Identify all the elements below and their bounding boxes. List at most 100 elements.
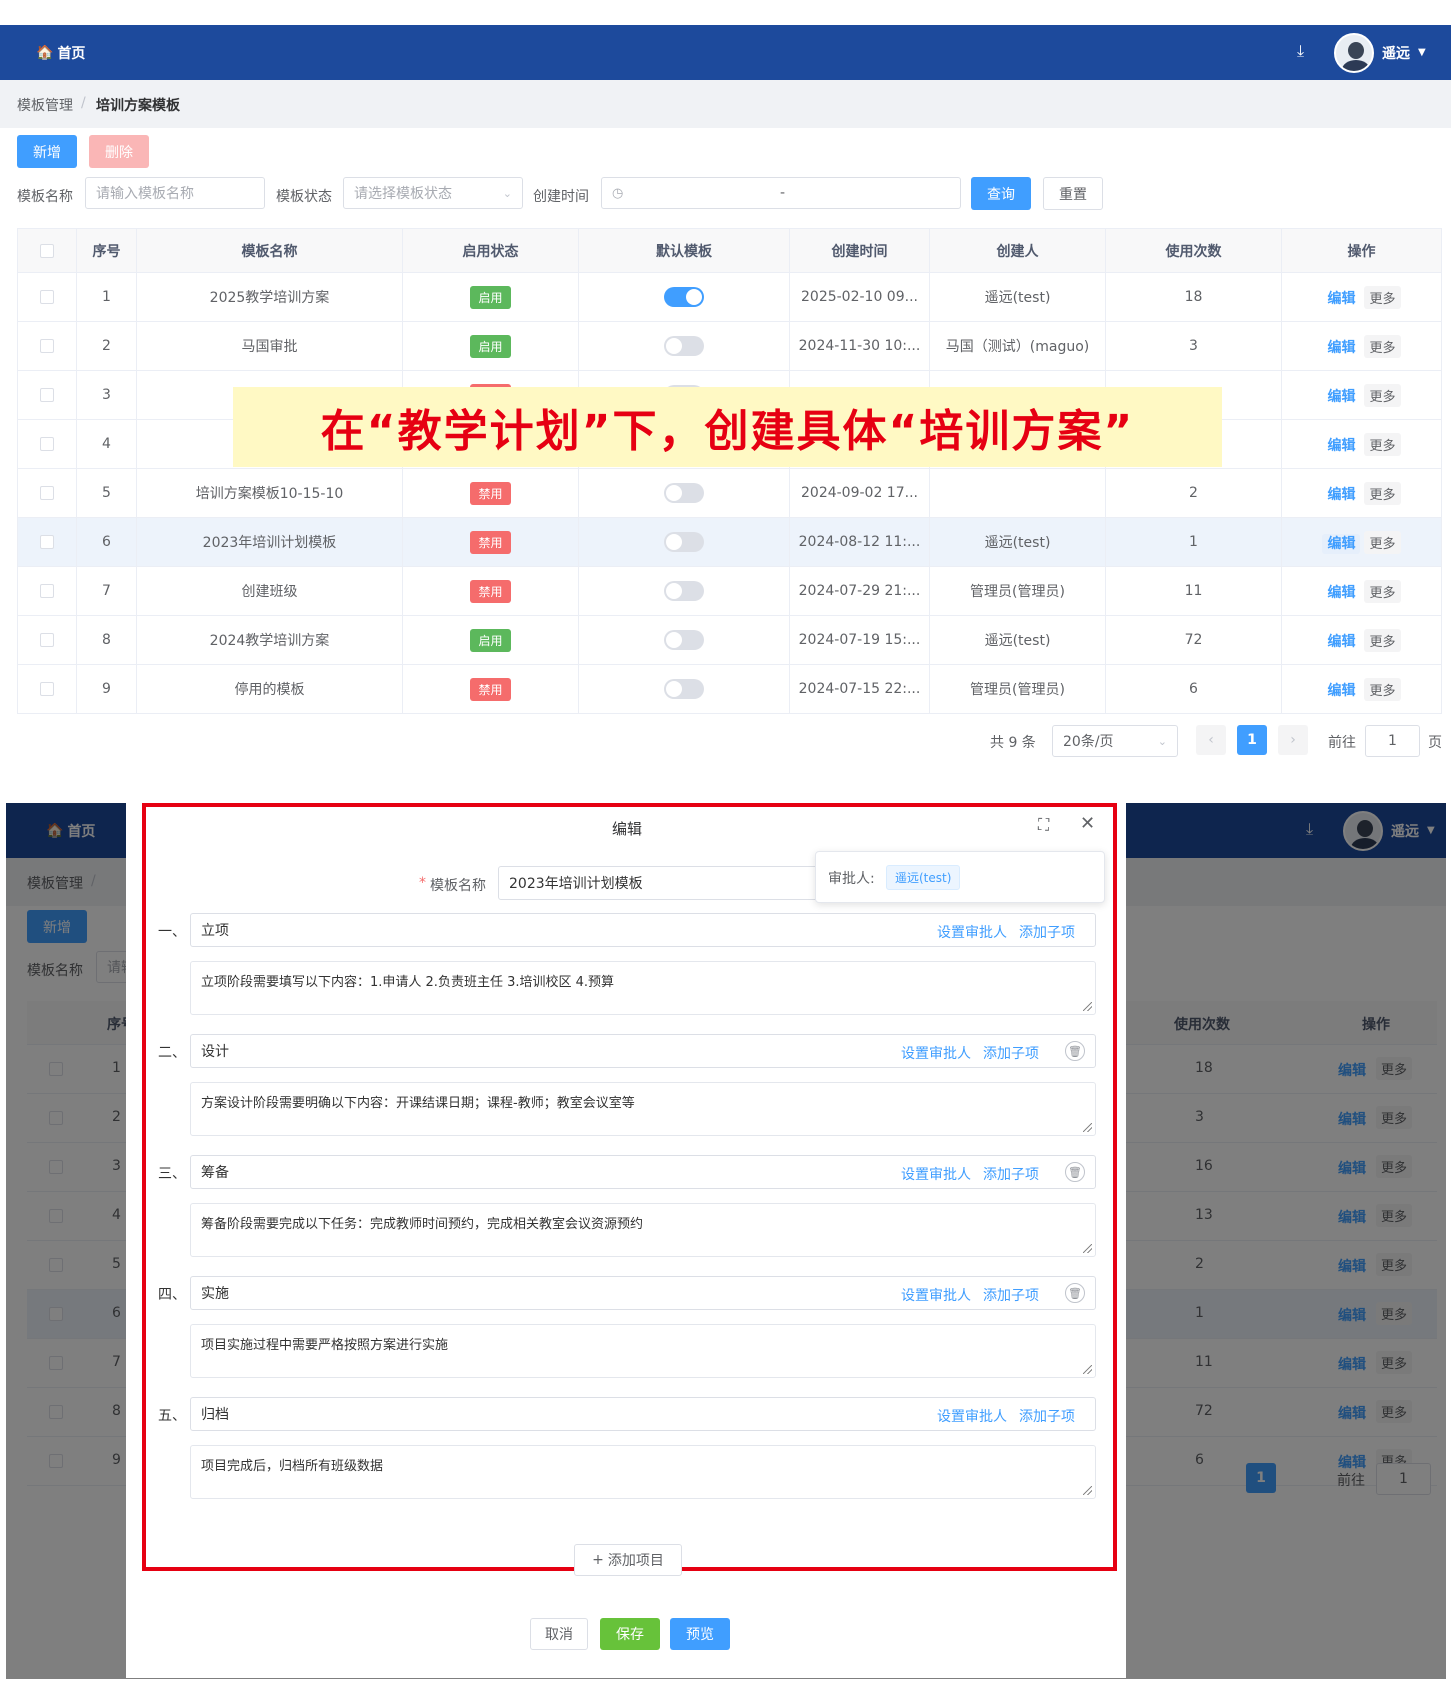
add-child-link[interactable]: 添加子项	[1019, 1406, 1075, 1426]
row-checkbox[interactable]	[40, 388, 54, 402]
section-description[interactable]: 项目完成后，归档所有班级数据	[190, 1445, 1096, 1499]
row-select-cell[interactable]	[17, 321, 77, 371]
preview-button[interactable]: 预览	[670, 1618, 730, 1650]
more-button[interactable]: 更多	[1364, 530, 1401, 554]
edit-link[interactable]: 编辑	[1322, 289, 1360, 309]
more-button[interactable]: 更多	[1364, 334, 1401, 358]
name-filter-input[interactable]: 请输入模板名称	[85, 177, 265, 209]
add-child-link[interactable]: 添加子项	[983, 1043, 1039, 1063]
required-asterisk: *	[419, 875, 426, 891]
row-select-cell[interactable]	[17, 664, 77, 714]
row-select-cell[interactable]	[17, 566, 77, 616]
edit-link[interactable]: 编辑	[1322, 387, 1360, 407]
section-title-input[interactable]: 归档 设置审批人 添加子项	[190, 1397, 1096, 1431]
trash-icon[interactable]: 🗑	[1065, 1041, 1085, 1061]
section-title-input[interactable]: 实施 设置审批人 添加子项 🗑	[190, 1276, 1096, 1310]
row-no: 2	[76, 321, 137, 371]
edit-link[interactable]: 编辑	[1322, 436, 1360, 456]
edit-link[interactable]: 编辑	[1322, 338, 1360, 358]
section-description[interactable]: 方案设计阶段需要明确以下内容：开课结课日期；课程-教师；教室会议室等	[190, 1082, 1096, 1136]
table-row[interactable]: 1 2025教学培训方案 启用 2025-02-10 09... 遥远(test) 18 编…	[17, 272, 1442, 322]
page-number-current[interactable]: 1	[1237, 725, 1267, 755]
more-button[interactable]: 更多	[1364, 481, 1401, 505]
col-header: 操作	[1281, 228, 1442, 273]
more-button[interactable]: 更多	[1364, 579, 1401, 603]
more-button[interactable]: 更多	[1364, 677, 1401, 701]
prev-page-button[interactable]: ‹	[1196, 725, 1226, 755]
set-approver-link[interactable]: 设置审批人	[937, 1406, 1007, 1426]
section-title-input[interactable]: 筹备 设置审批人 添加子项 🗑	[190, 1155, 1096, 1189]
table-row[interactable]: 7 创建班级 禁用 2024-07-29 21:... 管理员(管理员) 11 编辑 更多	[17, 566, 1442, 616]
set-approver-link[interactable]: 设置审批人	[901, 1043, 971, 1063]
row-select-cell[interactable]	[17, 468, 77, 518]
row-checkbox[interactable]	[40, 486, 54, 500]
table-row[interactable]: 5 培训方案模板10-15-10 禁用 2024-09-02 17... 2 编辑 更多	[17, 468, 1442, 518]
add-button[interactable]: 新增	[17, 135, 77, 168]
edit-link[interactable]: 编辑	[1322, 485, 1360, 505]
goto-page-input[interactable]: 1	[1365, 725, 1420, 757]
status-filter-select[interactable]: 请选择模板状态 ⌄	[343, 177, 523, 209]
more-button[interactable]: 更多	[1364, 285, 1401, 309]
next-page-button[interactable]: ›	[1278, 725, 1308, 755]
section-description-text: 项目实施过程中需要严格按照方案进行实施	[201, 1338, 449, 1353]
row-checkbox[interactable]	[40, 437, 54, 451]
cancel-button[interactable]: 取消	[530, 1618, 588, 1650]
section-description[interactable]: 筹备阶段需要完成以下任务：完成教师时间预约，完成相关教室会议资源预约	[190, 1203, 1096, 1257]
set-approver-link[interactable]: 设置审批人	[901, 1285, 971, 1305]
default-toggle[interactable]	[664, 679, 704, 699]
select-all-cell[interactable]	[17, 228, 77, 273]
table-row[interactable]: 6 2023年培训计划模板 禁用 2024-08-12 11:... 遥远(test) 1…	[17, 517, 1442, 567]
row-checkbox[interactable]	[40, 633, 54, 647]
set-approver-link[interactable]: 设置审批人	[937, 922, 1007, 942]
breadcrumb-parent[interactable]: 模板管理	[17, 95, 73, 115]
more-button[interactable]: 更多	[1364, 628, 1401, 652]
page-size-select[interactable]: 20条/页 ⌄	[1052, 725, 1178, 757]
template-name-value: 2023年培训计划模板	[509, 876, 643, 892]
row-select-cell[interactable]	[17, 615, 77, 665]
default-toggle[interactable]	[664, 532, 704, 552]
query-button[interactable]: 查询	[971, 177, 1031, 210]
trash-icon[interactable]: 🗑	[1065, 1283, 1085, 1303]
table-row[interactable]: 2 马国审批 启用 2024-11-30 10:... 马国（测试）(maguo) 3 编辑…	[17, 321, 1442, 371]
default-toggle[interactable]	[664, 287, 704, 307]
add-child-link[interactable]: 添加子项	[983, 1285, 1039, 1305]
row-select-cell[interactable]	[17, 419, 77, 469]
row-checkbox[interactable]	[40, 682, 54, 696]
select-all-checkbox[interactable]	[40, 243, 54, 258]
delete-button[interactable]: 删除	[89, 135, 149, 168]
time-range-picker[interactable]: ◷ -	[601, 177, 961, 209]
section-title-input[interactable]: 立项 设置审批人 添加子项	[190, 913, 1096, 947]
edit-link[interactable]: 编辑	[1322, 632, 1360, 652]
row-checkbox[interactable]	[40, 584, 54, 598]
user-menu[interactable]: 遥远 ▼	[1334, 25, 1426, 80]
row-select-cell[interactable]	[17, 370, 77, 420]
more-button[interactable]: 更多	[1364, 383, 1401, 407]
download-icon[interactable]: ⤓	[1297, 41, 1304, 61]
set-approver-link[interactable]: 设置审批人	[901, 1164, 971, 1184]
row-select-cell[interactable]	[17, 517, 77, 567]
row-checkbox[interactable]	[40, 290, 54, 304]
more-button[interactable]: 更多	[1364, 432, 1401, 456]
default-toggle[interactable]	[664, 630, 704, 650]
edit-link[interactable]: 编辑	[1322, 681, 1360, 701]
section-title-input[interactable]: 设计 设置审批人 添加子项 🗑	[190, 1034, 1096, 1068]
save-button[interactable]: 保存	[600, 1618, 660, 1650]
row-select-cell[interactable]	[17, 272, 77, 322]
edit-link[interactable]: 编辑	[1322, 533, 1361, 554]
home-link[interactable]: 🏠 首页	[36, 43, 85, 63]
section-description[interactable]: 立项阶段需要填写以下内容：1.申请人 2.负责班主任 3.培训校区 4.预算	[190, 961, 1096, 1015]
add-child-link[interactable]: 添加子项	[1019, 922, 1075, 942]
reset-button[interactable]: 重置	[1043, 177, 1103, 210]
add-child-link[interactable]: 添加子项	[983, 1164, 1039, 1184]
table-row[interactable]: 9 停用的模板 禁用 2024-07-15 22:... 管理员(管理员) 6 编辑 更多	[17, 664, 1442, 714]
add-project-button[interactable]: + 添加项目	[574, 1544, 682, 1576]
trash-icon[interactable]: 🗑	[1065, 1162, 1085, 1182]
edit-link[interactable]: 编辑	[1322, 583, 1360, 603]
table-row[interactable]: 8 2024教学培训方案 启用 2024-07-19 15:... 遥远(test) 72…	[17, 615, 1442, 665]
row-checkbox[interactable]	[40, 535, 54, 549]
default-toggle[interactable]	[664, 336, 704, 356]
section-description[interactable]: 项目实施过程中需要严格按照方案进行实施	[190, 1324, 1096, 1378]
row-checkbox[interactable]	[40, 339, 54, 353]
default-toggle[interactable]	[664, 581, 704, 601]
default-toggle[interactable]	[664, 483, 704, 503]
